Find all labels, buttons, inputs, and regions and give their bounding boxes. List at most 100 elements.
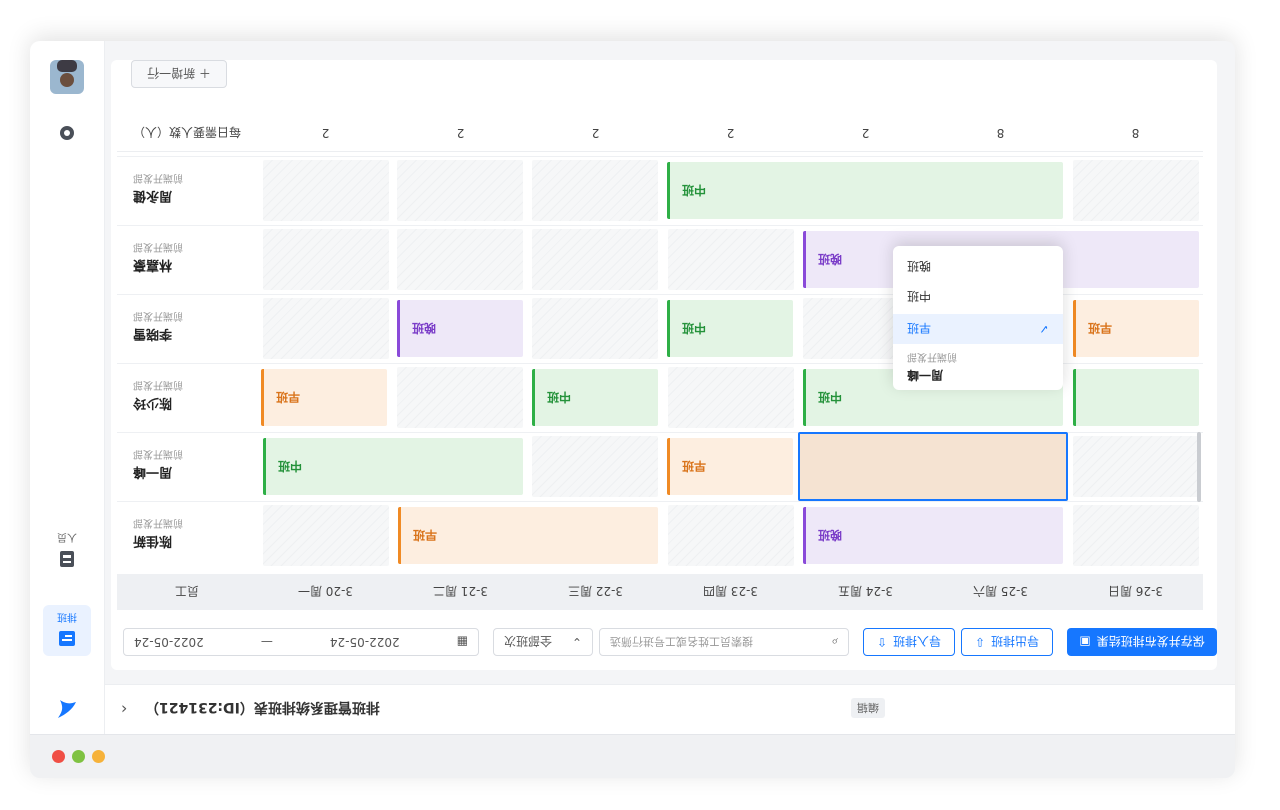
- shift-block-mid[interactable]: [1073, 369, 1199, 426]
- menu-employee: 周一峰 前端开发部: [893, 346, 1063, 390]
- search-placeholder: 搜索员工姓名或工号进行筛选: [610, 635, 753, 648]
- employee-dept: 前端开发部: [133, 310, 183, 321]
- export-button[interactable]: 导出排班 ⇩: [961, 628, 1053, 656]
- empty-slot[interactable]: [668, 505, 794, 566]
- empty-slot[interactable]: [263, 505, 389, 566]
- empty-slot[interactable]: [397, 160, 523, 221]
- empty-slot[interactable]: [532, 160, 658, 221]
- shift-dropdown-menu: 周一峰 前端开发部 ✓ 早班 中班 晚班: [893, 246, 1063, 390]
- empty-slot[interactable]: [397, 229, 523, 290]
- employee-name: 陈少玲: [133, 395, 173, 410]
- required-count: 8: [1131, 126, 1140, 140]
- shift-label: 早班: [276, 390, 301, 404]
- day-header: 3-21 周二: [432, 584, 489, 599]
- shift-block-early[interactable]: 早班: [398, 507, 658, 564]
- sidebar-item-settings[interactable]: [43, 122, 91, 144]
- empty-slot[interactable]: [263, 298, 389, 359]
- export-icon: ⇩: [974, 635, 986, 649]
- menu-item-label: 晚班: [907, 259, 932, 274]
- shift-block-mid[interactable]: 中班: [532, 369, 658, 426]
- user-icon: [60, 551, 74, 567]
- import-label: 导入排班: [893, 634, 942, 649]
- required-count: 2: [861, 126, 870, 140]
- shift-label: 中班: [818, 390, 843, 404]
- vertical-scrollbar[interactable]: [1197, 432, 1201, 502]
- menu-item-early[interactable]: ✓ 早班: [893, 314, 1063, 344]
- empty-slot[interactable]: [668, 367, 794, 428]
- back-icon[interactable]: ‹: [121, 700, 127, 719]
- shift-block-mid[interactable]: 中班: [667, 162, 1063, 219]
- shift-block-early-selected[interactable]: [798, 432, 1068, 501]
- empty-slot[interactable]: [263, 160, 389, 221]
- employee-name: 周永健: [133, 188, 173, 203]
- shift-block-mid[interactable]: 中班: [667, 300, 793, 357]
- day-header: 3-26 周日: [1107, 584, 1164, 599]
- required-count-label: 每日需要人数（人）: [133, 125, 242, 140]
- page-title: 排班管理系统排班表（ID:231421）: [145, 699, 380, 715]
- empty-slot[interactable]: [1073, 436, 1199, 497]
- employee-cell: 李晓雪 前端开发部: [117, 294, 257, 363]
- shift-label: 中班: [682, 183, 707, 197]
- empty-slot[interactable]: [1073, 505, 1199, 566]
- sidebar-item-logo[interactable]: [43, 694, 91, 724]
- required-count: 8: [996, 126, 1005, 140]
- date-from[interactable]: 2022-05-24: [134, 635, 204, 649]
- search-input[interactable]: ⌕ 搜索员工姓名或工号进行筛选: [599, 628, 849, 656]
- empty-slot[interactable]: [263, 229, 389, 290]
- shift-block-late[interactable]: 晚班: [803, 507, 1063, 564]
- bird-logo-icon: [58, 700, 76, 718]
- employee-cell: 周永健 前端开发部: [117, 156, 257, 225]
- maximize-window-button[interactable]: [92, 750, 105, 763]
- import-button[interactable]: 导入排班 ⇧: [863, 628, 955, 656]
- avatar-icon: [50, 60, 84, 94]
- gear-icon: [60, 126, 74, 140]
- shift-label: 早班: [1088, 321, 1113, 335]
- date-range-picker[interactable]: ▦ 2022-05-24 — 2022-05-24: [123, 628, 479, 656]
- add-row-button[interactable]: ＋ 新增一行: [131, 60, 227, 88]
- table-row: 早班 中班 周一峰 前端开发部: [117, 432, 1203, 501]
- close-window-button[interactable]: [52, 750, 65, 763]
- date-separator: —: [260, 635, 273, 649]
- employee-name: 林嘉豪: [133, 257, 173, 272]
- shift-block-early[interactable]: 早班: [1073, 300, 1199, 357]
- required-count: 2: [321, 126, 330, 140]
- shift-block-early[interactable]: 早班: [261, 369, 387, 426]
- day-header: 3-23 周四: [702, 584, 759, 599]
- day-header-row: 3-26 周日 3-25 周六 3-24 周五 3-23 周四 3-22 周三 …: [117, 574, 1203, 610]
- save-icon: ▣: [1079, 635, 1091, 649]
- required-count: 2: [456, 126, 465, 140]
- employee-dept: 前端开发部: [133, 517, 183, 528]
- menu-item-late[interactable]: 晚班: [893, 252, 1063, 282]
- empty-slot[interactable]: [397, 367, 523, 428]
- sidebar-item-people[interactable]: 人员: [43, 531, 91, 570]
- shift-block-mid[interactable]: 中班: [263, 438, 523, 495]
- empty-slot[interactable]: [668, 229, 794, 290]
- sidebar-item-schedule[interactable]: 排班: [43, 605, 91, 656]
- employee-cell: 林嘉豪 前端开发部: [117, 225, 257, 294]
- minimize-window-button[interactable]: [72, 750, 85, 763]
- required-count: 2: [591, 126, 600, 140]
- empty-slot[interactable]: [532, 298, 658, 359]
- status-badge: 编辑: [851, 698, 885, 718]
- title-bar: [30, 734, 1235, 778]
- empty-slot[interactable]: [532, 436, 658, 497]
- import-icon: ⇧: [876, 635, 888, 649]
- menu-item-mid[interactable]: 中班: [893, 282, 1063, 312]
- required-count: 2: [726, 126, 735, 140]
- shift-block-early[interactable]: 早班: [667, 438, 793, 495]
- shift-filter-select[interactable]: ⌄ 全部班次: [493, 628, 593, 656]
- avatar[interactable]: [43, 60, 91, 94]
- day-header: 3-25 周六: [972, 584, 1029, 599]
- empty-slot[interactable]: [532, 229, 658, 290]
- save-publish-button[interactable]: 保存并发布排班结果 ▣: [1067, 628, 1217, 656]
- export-label: 导出排班: [991, 634, 1040, 649]
- employee-name: 李晓雪: [133, 326, 173, 341]
- shift-block-late[interactable]: 晚班: [397, 300, 523, 357]
- add-row-label: ＋ 新增一行: [147, 66, 211, 81]
- page-header: 编辑 排班管理系统排班表（ID:231421） ‹: [105, 684, 1235, 734]
- search-icon: ⌕: [831, 635, 838, 650]
- empty-slot[interactable]: [1073, 160, 1199, 221]
- menu-employee-name: 周一峰: [907, 368, 944, 382]
- date-to[interactable]: 2022-05-24: [330, 635, 400, 649]
- shift-filter-value: 全部班次: [504, 634, 553, 649]
